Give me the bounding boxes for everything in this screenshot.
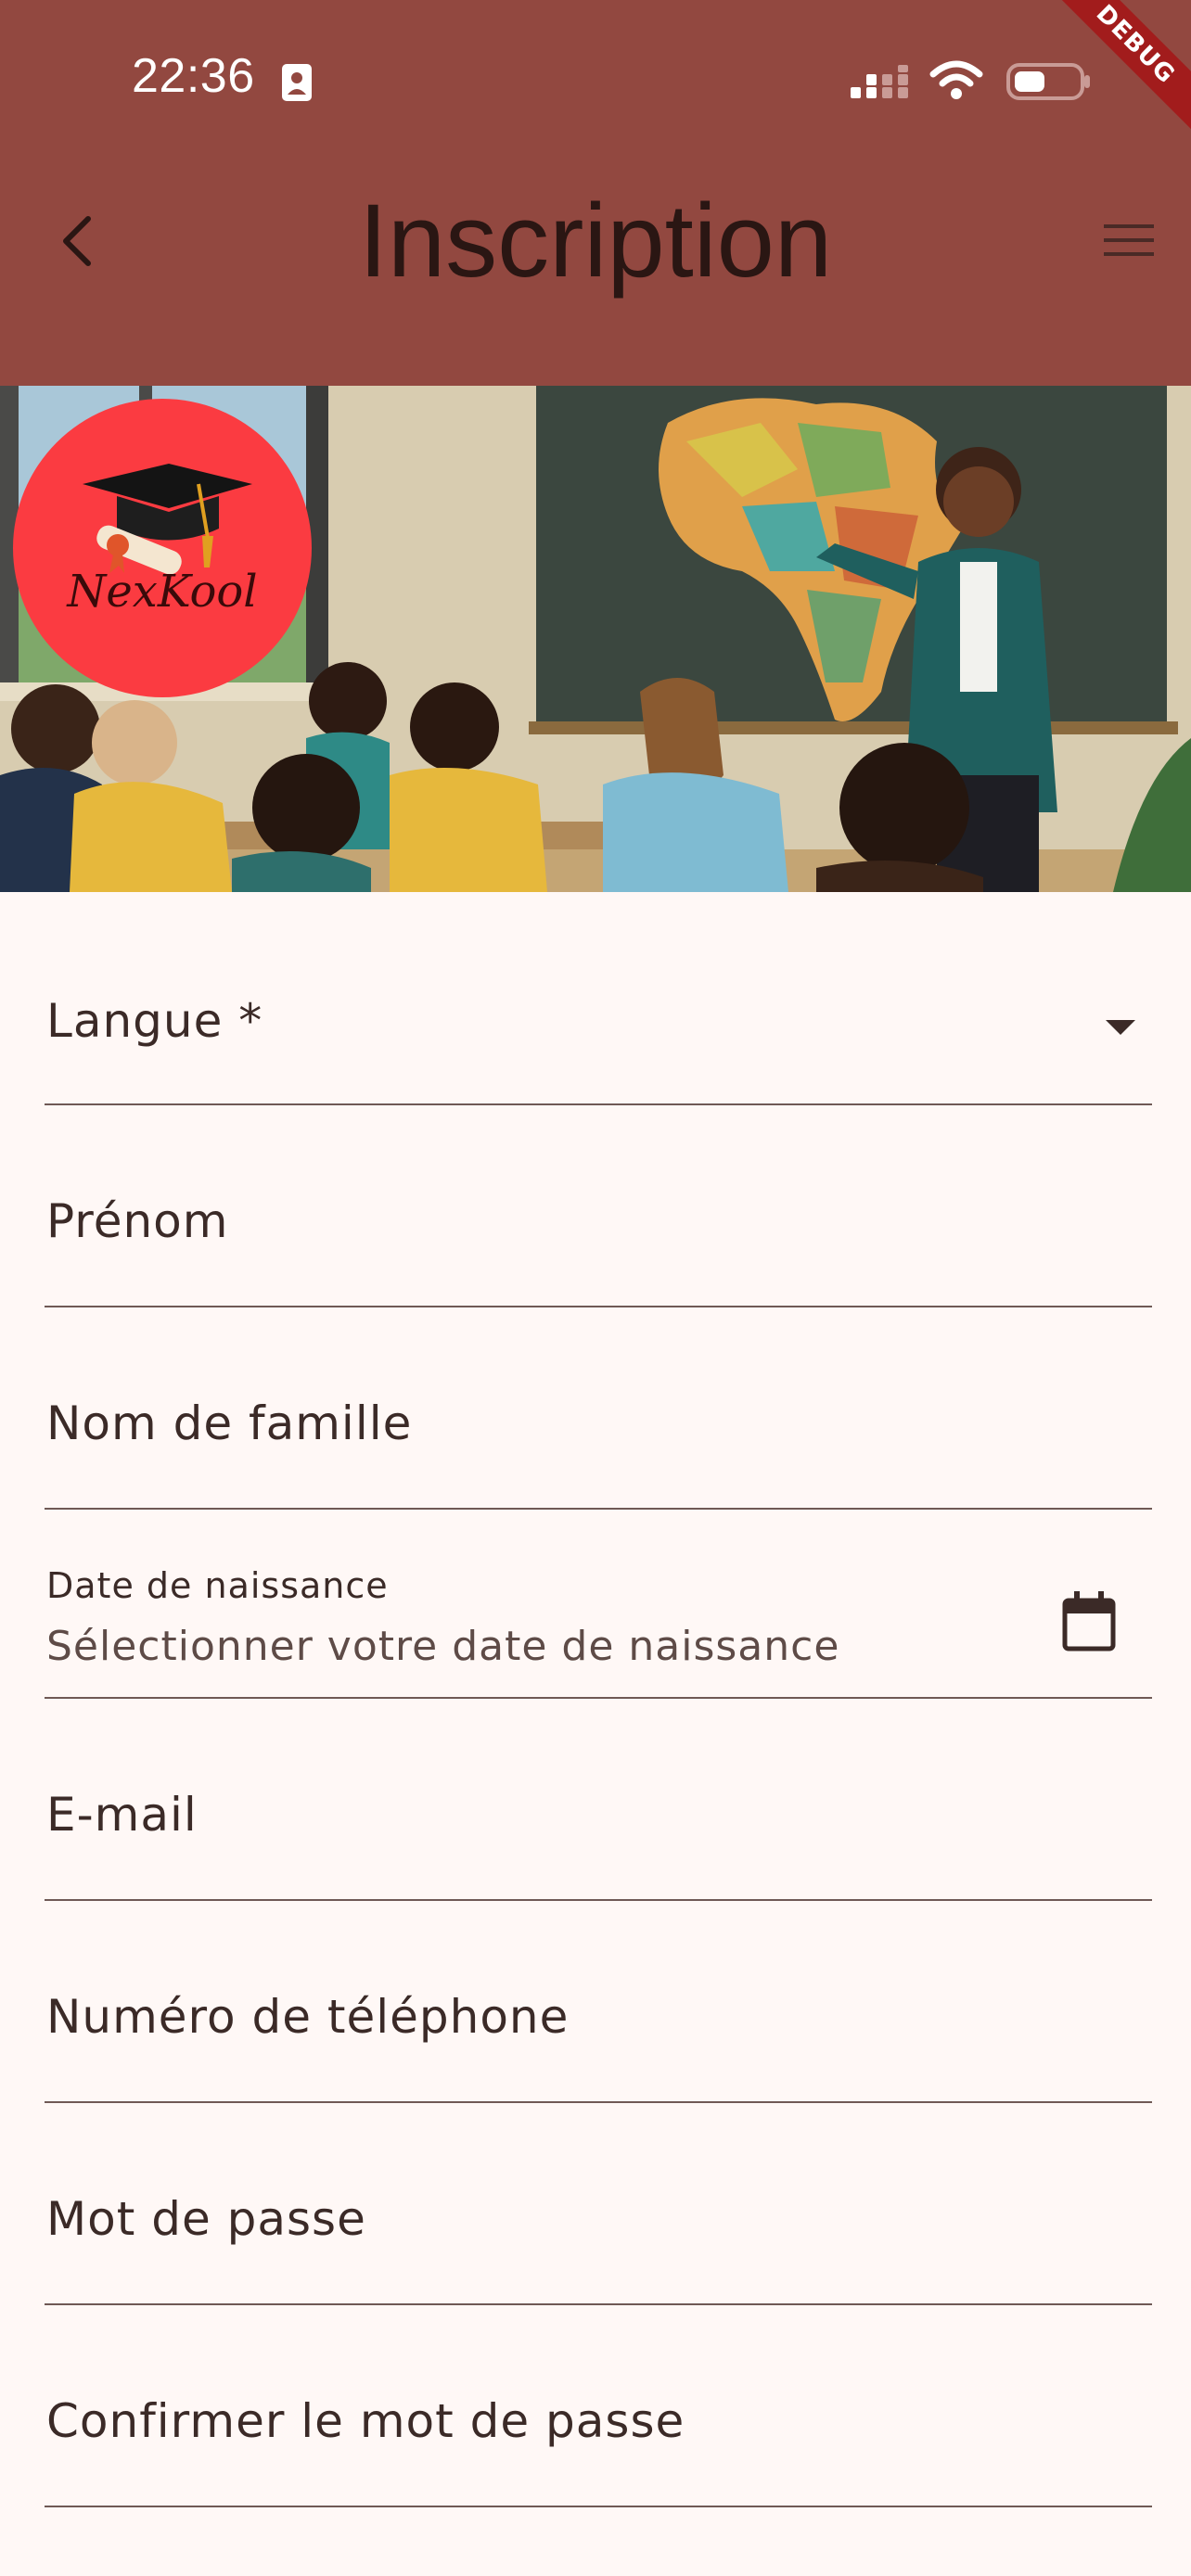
status-bar: 22:36 xyxy=(0,0,1191,158)
app-bar: 22:36 DEBUG Inscription xyxy=(0,0,1191,386)
confirm-password-field[interactable]: Confirmer le mot de passe xyxy=(45,2305,1152,2507)
email-field[interactable]: E-mail xyxy=(45,1699,1152,1901)
first-name-field[interactable]: Prénom xyxy=(45,1105,1152,1307)
birth-date-placeholder: Sélectionner votre date de naissance xyxy=(46,1623,840,1670)
wifi-icon xyxy=(929,60,983,99)
language-dropdown[interactable]: Langue * xyxy=(45,955,1152,1105)
hamburger-menu-icon[interactable] xyxy=(1100,217,1158,263)
graduation-cap-icon xyxy=(83,464,252,575)
cellular-signal-icon xyxy=(851,65,908,98)
password-field[interactable]: Mot de passe xyxy=(45,2103,1152,2305)
last-name-label: Nom de famille xyxy=(46,1396,413,1450)
nexkool-logo: NexKool xyxy=(13,399,312,697)
page-title: Inscription xyxy=(358,183,833,299)
birth-date-field[interactable]: Date de naissance Sélectionner votre dat… xyxy=(45,1510,1152,1699)
language-label: Langue * xyxy=(46,994,263,1048)
id-card-icon xyxy=(282,64,312,101)
password-label: Mot de passe xyxy=(46,2192,366,2246)
calendar-icon[interactable] xyxy=(1061,1591,1117,1652)
confirm-password-label: Confirmer le mot de passe xyxy=(46,2394,685,2448)
status-time: 22:36 xyxy=(132,49,255,103)
phone-field[interactable]: Numéro de téléphone xyxy=(45,1901,1152,2103)
dropdown-arrow-icon xyxy=(1106,1020,1135,1035)
email-label: E-mail xyxy=(46,1788,198,1842)
battery-icon xyxy=(1006,63,1090,100)
birth-date-label: Date de naissance xyxy=(46,1565,389,1606)
logo-text: NexKool xyxy=(67,566,258,618)
last-name-field[interactable]: Nom de famille xyxy=(45,1307,1152,1510)
first-name-label: Prénom xyxy=(46,1194,229,1248)
phone-label: Numéro de téléphone xyxy=(46,1990,570,2044)
